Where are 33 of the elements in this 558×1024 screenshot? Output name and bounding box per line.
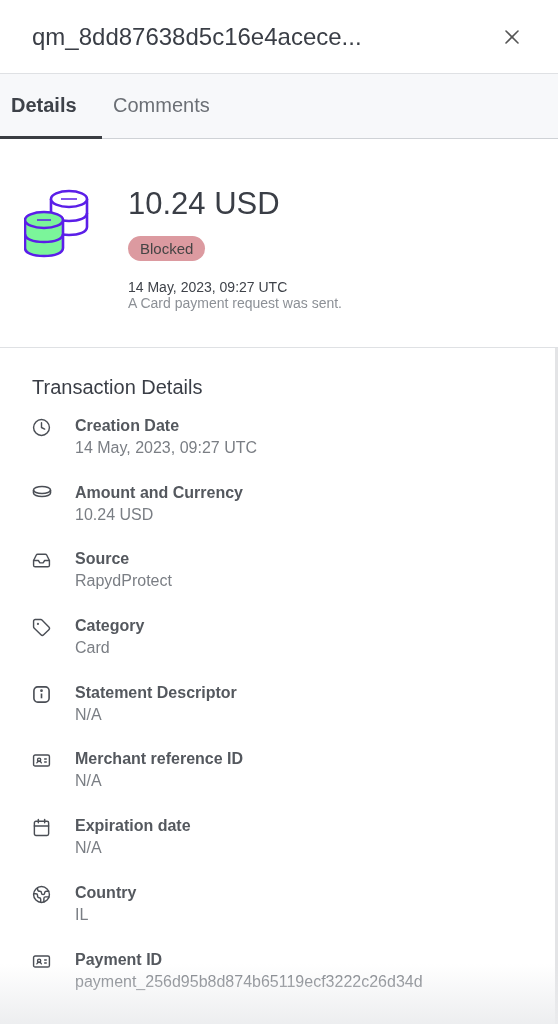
detail-label: Expiration date <box>75 817 191 836</box>
detail-label: Category <box>75 617 145 636</box>
detail-value: IL <box>75 905 90 924</box>
detail-value: payment_256d95b8d874b65119ecf3222c26d34d <box>75 972 423 991</box>
globe-icon <box>32 884 51 904</box>
transaction-description: A Card payment request was sent. <box>128 295 342 311</box>
status-badge: Blocked <box>128 236 206 261</box>
section-title: Transaction Details <box>32 376 204 399</box>
detail-value: N/A <box>75 705 103 724</box>
detail-value: RapydProtect <box>75 572 172 591</box>
detail-label: Country <box>75 883 137 902</box>
clock-icon <box>32 418 51 437</box>
panel-title: qm_8dd87638d5c16e4acece... <box>32 22 362 51</box>
detail-value: N/A <box>75 839 103 858</box>
detail-value: 14 May, 2023, 09:27 UTC <box>75 439 258 457</box>
amount: 10.24 USD <box>128 187 280 221</box>
inbox-icon <box>32 551 51 571</box>
detail-label: Source <box>75 550 131 569</box>
detail-label: Creation Date <box>75 417 181 435</box>
tag-icon <box>32 618 51 638</box>
detail-value: Card <box>75 639 111 658</box>
tab[interactable]: Details <box>0 74 102 139</box>
tab[interactable]: Comments <box>102 74 232 139</box>
calendar-icon <box>32 818 51 838</box>
detail-value: 10.24 USD <box>75 505 155 524</box>
detail-value: N/A <box>75 772 103 791</box>
info-icon <box>32 684 51 704</box>
transaction-date: 14 May, 2023, 09:27 UTC <box>128 279 288 295</box>
detail-label: Merchant reference ID <box>75 750 244 769</box>
detail-label: Statement Descriptor <box>75 683 237 702</box>
coin-icon <box>32 484 52 499</box>
detail-label: Payment ID <box>75 950 164 969</box>
detail-label: Amount and Currency <box>75 483 243 502</box>
